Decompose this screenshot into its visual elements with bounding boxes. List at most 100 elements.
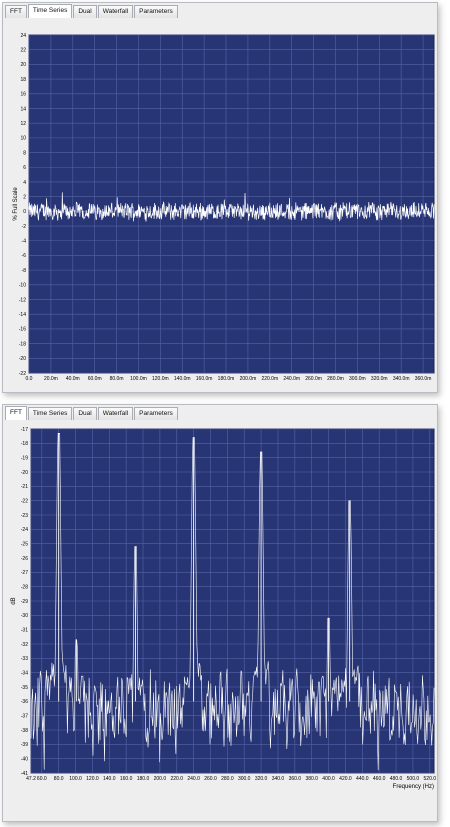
x-tick-label: 500.0 <box>407 776 420 782</box>
x-tick-label: 140.0 <box>103 776 116 782</box>
y-tick-label: 12 <box>20 121 26 127</box>
x-tick-label: 420.0 <box>339 776 352 782</box>
y-tick-label: -38 <box>21 728 28 734</box>
x-tick-label: 300.0m <box>349 376 366 382</box>
y-tick-label: 14 <box>20 106 26 112</box>
y-tick-label: -25 <box>21 541 28 547</box>
x-tick-label: 280.0m <box>327 376 344 382</box>
x-tick-label: 340.0m <box>393 376 410 382</box>
x-tick-label: 80.0m <box>110 376 124 382</box>
y-tick-label: -22 <box>21 498 28 504</box>
y-tick-label: 18 <box>20 77 26 83</box>
x-tick-label: 260.0m <box>305 376 322 382</box>
y-tick-label: 16 <box>20 92 26 98</box>
time-series-chart[interactable]: 0.0 20.0m 40.0m 60.0m 80.0m 100.0m 120.0m 140.0… <box>3 3 437 392</box>
y-tick-label: -36 <box>21 699 28 705</box>
y-tick-label: -29 <box>21 599 28 605</box>
y-tick-label: -39 <box>21 742 28 748</box>
x-tick-label: 360.0m <box>415 376 432 382</box>
y-tick-label: -2 <box>22 224 27 230</box>
x-tick-label: 300.0 <box>238 776 251 782</box>
x-tick-label: 320.0 <box>255 776 268 782</box>
y-tick-label: -26 <box>21 556 28 562</box>
y-tick-label: 22 <box>20 47 26 53</box>
x-tick-label: 400.0 <box>322 776 335 782</box>
y-tick-label: -24 <box>21 527 28 533</box>
y-tick-label: -6 <box>22 253 27 259</box>
x-axis-label: Frequency (Hz) <box>393 784 434 790</box>
x-tick-label: 380.0 <box>305 776 318 782</box>
x-tick-label: 100.0 <box>69 776 82 782</box>
y-tick-label: -12 <box>19 297 26 303</box>
y-tick-label: -28 <box>21 584 28 590</box>
y-tick-label: -32 <box>21 642 28 648</box>
x-tick-label: 480.0 <box>390 776 403 782</box>
y-tick-label: -10 <box>19 283 26 289</box>
y-tick-label: 4 <box>23 180 26 186</box>
y-tick-label: -40 <box>21 756 28 762</box>
x-tick-label: 60.0m <box>88 376 102 382</box>
y-tick-label: -34 <box>21 670 28 676</box>
y-tick-label: -22 <box>19 371 26 377</box>
y-tick-label: -41 <box>21 771 28 777</box>
y-tick-label: -19 <box>21 455 28 461</box>
x-tick-label: 180.0 <box>137 776 150 782</box>
y-tick-label: -30 <box>21 613 28 619</box>
y-tick-label: -27 <box>21 570 28 576</box>
y-tick-label: -18 <box>19 341 26 347</box>
y-tick-label: -37 <box>21 713 28 719</box>
x-tick-label: 240.0 <box>187 776 200 782</box>
y-tick-label: 6 <box>23 165 26 171</box>
x-tick-label: 520.0 <box>424 776 437 782</box>
x-tick-label: 440.0 <box>356 776 369 782</box>
x-tick-label: 20.0m <box>44 376 58 382</box>
y-tick-label: -14 <box>19 312 26 318</box>
x-tick-label: 220.0 <box>170 776 183 782</box>
x-tick-label: 200.0 <box>154 776 167 782</box>
x-tick-label: 100.0m <box>130 376 147 382</box>
x-tick-label: 80.0 <box>54 776 64 782</box>
x-tick-label: 40.0m <box>66 376 80 382</box>
y-tick-label: -17 <box>21 427 28 433</box>
y-tick-label: 24 <box>20 33 26 39</box>
x-tick-label: 340.0 <box>272 776 285 782</box>
time-series-panel: FFT Time Series Dual Waterfall Parameter… <box>2 2 438 393</box>
x-tick-label: 260.0 <box>204 776 217 782</box>
x-tick-label: 60.0 <box>37 776 47 782</box>
x-tick-label: 320.0m <box>371 376 388 382</box>
y-tick-label: -16 <box>19 327 26 333</box>
y-tick-label: -4 <box>22 239 27 245</box>
y-tick-label: -20 <box>19 356 26 362</box>
x-tick-label: 360.0 <box>289 776 302 782</box>
fft-chart[interactable]: 47.2 60.0 80.0 100.0 120.0 140.0 160.0 180.0 200… <box>3 405 437 821</box>
y-tick-label: 2 <box>23 194 26 200</box>
y-tick-label: -31 <box>21 627 28 633</box>
y-tick-label: -18 <box>21 441 28 447</box>
x-tick-label: 47.2 <box>26 776 36 782</box>
y-axis-label: dB <box>11 597 17 604</box>
y-tick-label: -21 <box>21 484 28 490</box>
x-tick-label: 220.0m <box>261 376 278 382</box>
y-tick-label: 20 <box>20 62 26 68</box>
y-tick-label: 8 <box>23 150 26 156</box>
x-tick-label: 160.0m <box>196 376 213 382</box>
y-tick-label: -20 <box>21 470 28 476</box>
y-tick-label: -33 <box>21 656 28 662</box>
x-tick-label: 160.0 <box>120 776 133 782</box>
x-tick-label: 460.0 <box>373 776 386 782</box>
x-tick-label: 120.0 <box>86 776 99 782</box>
y-tick-label: -8 <box>22 268 27 274</box>
x-tick-label: 240.0m <box>283 376 300 382</box>
x-tick-label: 140.0m <box>174 376 191 382</box>
y-tick-label: 0 <box>23 209 26 215</box>
x-tick-label: 120.0m <box>152 376 169 382</box>
y-tick-label: -35 <box>21 685 28 691</box>
x-tick-label: 200.0m <box>240 376 257 382</box>
fft-panel: FFT Time Series Dual Waterfall Parameter… <box>2 404 438 822</box>
y-tick-label: 10 <box>20 136 26 142</box>
x-tick-label: 0.0 <box>26 376 33 382</box>
y-axis-label: % Full Scale <box>13 187 19 221</box>
x-tick-label: 280.0 <box>221 776 234 782</box>
y-tick-label: -23 <box>21 513 28 519</box>
x-tick-label: 180.0m <box>218 376 235 382</box>
